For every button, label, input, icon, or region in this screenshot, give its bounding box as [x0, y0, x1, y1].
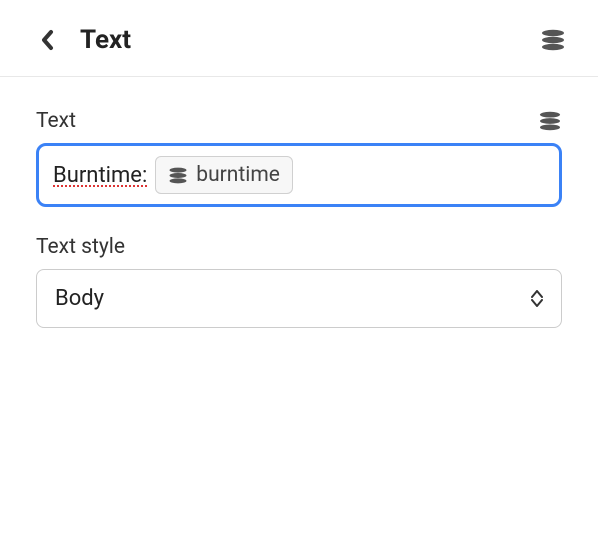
text-input-value: Burntime:: [53, 163, 147, 188]
text-style-select[interactable]: Body: [36, 269, 562, 328]
data-source-button[interactable]: [540, 29, 566, 51]
back-button[interactable]: [32, 24, 64, 56]
style-label-row: Text style: [36, 235, 562, 259]
database-icon: [540, 29, 566, 51]
panel-title: Text: [80, 25, 540, 55]
panel-content: Text Burntime: burntime: [0, 77, 598, 388]
text-data-binding-button[interactable]: [538, 111, 562, 131]
data-chip[interactable]: burntime: [155, 156, 293, 194]
chip-label: burntime: [196, 163, 280, 187]
database-icon: [168, 167, 188, 184]
style-field-group: Text style Body: [36, 235, 562, 328]
text-field-label: Text: [36, 109, 76, 133]
chevron-left-icon: [40, 28, 56, 52]
database-icon: [538, 111, 562, 131]
text-field-group: Text Burntime: burntime: [36, 109, 562, 207]
select-arrows-icon: [531, 290, 543, 307]
text-label-row: Text: [36, 109, 562, 133]
select-value: Body: [55, 286, 104, 311]
style-field-label: Text style: [36, 235, 125, 259]
panel-header: Text: [0, 0, 598, 77]
text-input[interactable]: Burntime: burntime: [36, 143, 562, 207]
